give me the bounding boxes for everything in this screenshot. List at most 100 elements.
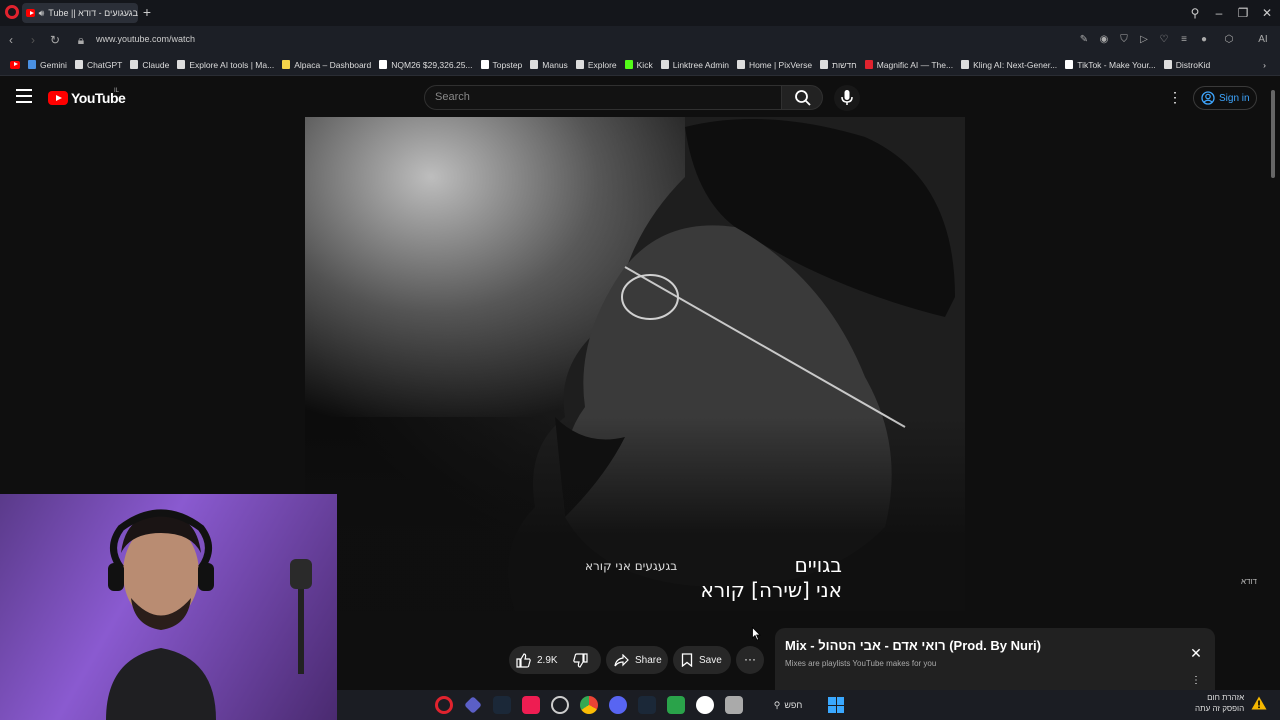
- browser-tab-strip: [0, 0, 1280, 26]
- calculator-taskbar-icon[interactable]: [725, 696, 743, 714]
- youtube-icon: [10, 60, 20, 69]
- live-taskbar-icon[interactable]: [667, 696, 685, 714]
- cube-icon[interactable]: ⬡: [1222, 33, 1236, 47]
- bookmark-item[interactable]: Alpaca – Dashboard: [278, 54, 375, 76]
- bookmark-item[interactable]: Explore AI tools | Ma...: [173, 54, 278, 76]
- windows-start-icon[interactable]: [828, 697, 844, 713]
- microphone-icon: [841, 90, 853, 105]
- bookmark-favicon-icon: [575, 60, 584, 69]
- tiktok-taskbar-icon[interactable]: [522, 696, 540, 714]
- search-icon: [795, 90, 811, 106]
- share-button[interactable]: Share: [606, 646, 668, 674]
- bookmark-item[interactable]: ChatGPT: [71, 54, 126, 76]
- speaker-icon[interactable]: 🔊︎: [39, 8, 45, 19]
- bookmark-label: Linktree Admin: [672, 59, 729, 70]
- bookmark-item[interactable]: Explore: [572, 54, 621, 76]
- bookmark-item[interactable]: Kling AI: Next-Gener...: [957, 54, 1061, 76]
- page-scrollbar[interactable]: [1271, 90, 1275, 178]
- obs-taskbar-icon[interactable]: [551, 696, 569, 714]
- mix-title[interactable]: Mix - רואי אדם - אבי הטהול (Prod. By Nur…: [785, 638, 1041, 653]
- weather-line-2: הופסק זה עתה: [1195, 704, 1245, 713]
- forward-icon[interactable]: ›: [24, 31, 42, 49]
- bookmark-youtube-icon[interactable]: [6, 54, 24, 76]
- steam-2-taskbar-icon[interactable]: [638, 696, 656, 714]
- restore-icon[interactable]: ❐: [1234, 4, 1252, 22]
- camera-icon[interactable]: ◉: [1097, 33, 1111, 47]
- profile-icon[interactable]: ●: [1197, 33, 1211, 47]
- bookmark-item[interactable]: Topstep: [477, 54, 527, 76]
- more-vert-icon[interactable]: ⋮: [1168, 89, 1182, 105]
- bookmark-item[interactable]: Linktree Admin: [657, 54, 733, 76]
- taskbar-search-label: חפש: [784, 700, 803, 710]
- bookmark-favicon-icon: [660, 60, 669, 69]
- save-button[interactable]: Save: [673, 646, 731, 674]
- url-field[interactable]: www.youtube.com/watch: [96, 34, 195, 44]
- bookmark-label: DistroKid: [1175, 59, 1211, 70]
- thumbs-up-icon: [516, 652, 531, 668]
- close-icon[interactable]: ✕: [1188, 645, 1204, 661]
- video-player[interactable]: בגויים אני [שירה] קורא בגעגעים אני קורא: [305, 117, 965, 611]
- menu-lines-icon[interactable]: ≡: [1177, 33, 1191, 47]
- heart-icon[interactable]: ♡: [1157, 33, 1171, 47]
- chrome-taskbar-icon[interactable]: [580, 696, 598, 714]
- bookmarks-overflow-icon[interactable]: ›: [1259, 54, 1280, 76]
- minimize-icon[interactable]: –: [1210, 4, 1228, 22]
- like-button[interactable]: 2.9K: [509, 646, 567, 674]
- thumbs-down-icon: [573, 653, 588, 668]
- bookmark-label: Explore: [587, 59, 617, 70]
- edit-icon[interactable]: ✎: [1077, 33, 1091, 47]
- bookmark-favicon-icon: [379, 60, 388, 69]
- bookmark-item[interactable]: TikTok - Make Your...: [1061, 54, 1160, 76]
- bookmark-favicon-icon: [864, 60, 873, 69]
- lyrics-line-2: אני [שירה] קורא: [700, 578, 842, 602]
- dislike-button[interactable]: [569, 646, 601, 674]
- bookmark-favicon-icon: [820, 60, 829, 69]
- tab-title: Tube || בגעגועים - דודא: [48, 8, 138, 18]
- bookmark-item[interactable]: חדשות: [816, 54, 861, 76]
- bookmark-item[interactable]: Claude: [126, 54, 173, 76]
- reload-icon[interactable]: ↻: [46, 31, 64, 49]
- weather-widget[interactable]: אזהרת חום הופסק זה עתה: [1195, 692, 1244, 714]
- bookmark-label: Alpaca – Dashboard: [294, 59, 372, 70]
- google-taskbar-icon[interactable]: [696, 696, 714, 714]
- lock-icon: 🔒︎: [77, 33, 85, 47]
- new-tab-icon[interactable]: +: [140, 5, 154, 19]
- opera-logo-icon[interactable]: [5, 5, 19, 19]
- shield-icon[interactable]: ⛉: [1117, 33, 1131, 47]
- search-button[interactable]: [781, 85, 823, 110]
- more-actions-button[interactable]: ···: [736, 646, 764, 674]
- search-input[interactable]: Search: [424, 85, 782, 110]
- discord-taskbar-icon[interactable]: [609, 696, 627, 714]
- youtube-logo-icon: [48, 91, 68, 105]
- sign-in-label: Sign in: [1219, 92, 1250, 104]
- bookmark-label: Manus: [542, 59, 568, 70]
- bookmark-item[interactable]: Home | PixVerse: [733, 54, 816, 76]
- search-tabs-icon[interactable]: ⚲: [1186, 4, 1204, 22]
- bookmark-item[interactable]: NQM26 $29,326.25...: [375, 54, 476, 76]
- bookmark-item[interactable]: Kick: [621, 54, 657, 76]
- bookmark-label: Kick: [636, 59, 653, 70]
- close-window-icon[interactable]: ✕: [1258, 4, 1276, 22]
- bookmark-item[interactable]: DistroKid: [1160, 54, 1214, 76]
- taskbar-search[interactable]: חפש ⚲: [762, 696, 814, 714]
- bookmark-favicon-icon: [1065, 60, 1074, 69]
- sign-in-button[interactable]: Sign in: [1193, 86, 1257, 110]
- mix-more-icon[interactable]: ⋮: [1191, 675, 1201, 689]
- bookmark-label: Gemini: [40, 59, 67, 70]
- bookmark-label: TikTok - Make Your...: [1077, 59, 1156, 70]
- steam-taskbar-icon[interactable]: [493, 696, 511, 714]
- ai-icon[interactable]: AI: [1252, 33, 1274, 47]
- back-icon[interactable]: ‹: [2, 31, 20, 49]
- opera-taskbar-icon[interactable]: [435, 696, 453, 714]
- play-icon[interactable]: ▷: [1137, 33, 1151, 47]
- voice-search-button[interactable]: [834, 85, 860, 111]
- browser-tab[interactable]: 🔊︎ Tube || בגעגועים - דודא: [22, 3, 138, 23]
- bookmark-item[interactable]: Manus: [526, 54, 572, 76]
- bookmark-item[interactable]: Magnific AI — The...: [861, 54, 957, 76]
- lyrics-secondary: בגעגעים אני קורא: [585, 559, 678, 573]
- bookmark-favicon-icon: [1163, 60, 1172, 69]
- lyrics-line-1: בגויים: [794, 553, 842, 577]
- bookmark-favicon-icon: [624, 60, 633, 69]
- bookmark-item[interactable]: Gemini: [24, 54, 71, 76]
- hamburger-menu-icon[interactable]: [16, 89, 32, 103]
